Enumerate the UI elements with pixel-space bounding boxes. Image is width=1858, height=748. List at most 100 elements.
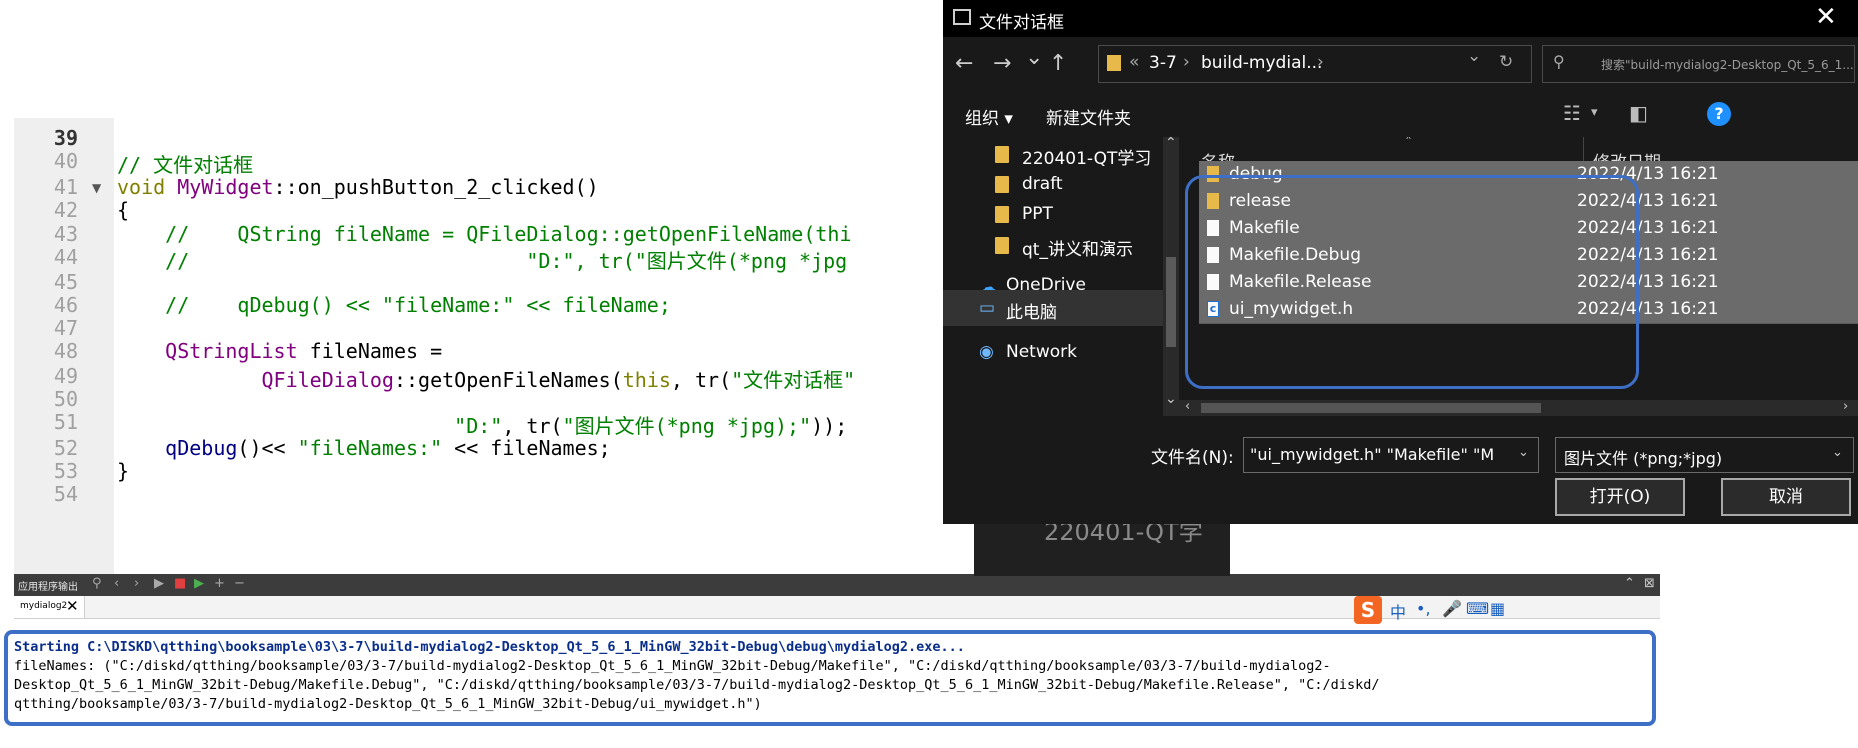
nav-item-label: PPT: [1022, 204, 1053, 224]
run-icon[interactable]: ▶: [154, 576, 164, 591]
view-options-caret-icon[interactable]: ▾: [1591, 105, 1598, 120]
fold-marker-icon[interactable]: ▼: [92, 181, 101, 195]
scrollbar-thumb[interactable]: [1201, 403, 1541, 413]
filename-value[interactable]: "ui_mywidget.h" "Makefile" "M: [1250, 445, 1508, 464]
command-bar: 组织 ▾ 新建文件夹 ☷ ▾ ◧ ?: [943, 91, 1858, 137]
ime-toolbar[interactable]: S 中 •, 🎤 ⌨ ▦: [1354, 596, 1514, 624]
breadcrumb-chevron-icon[interactable]: ›: [1317, 52, 1324, 72]
line-number: 48: [53, 339, 78, 363]
dialog-title-bar[interactable]: 文件对话框 ✕: [943, 0, 1858, 37]
code-line[interactable]: // qDebug() << "fileName:" << fileName;: [117, 293, 671, 317]
chevron-down-icon[interactable]: ⌄: [1832, 445, 1843, 460]
address-dropdown-icon[interactable]: ⌄: [1467, 46, 1481, 66]
code-line[interactable]: void MyWidget::on_pushButton_2_clicked(): [117, 175, 599, 199]
nav-item-label: 此电脑: [1006, 303, 1057, 323]
up-icon[interactable]: ↑: [1049, 51, 1067, 76]
filter-icon[interactable]: ⚲: [92, 576, 102, 591]
code-line[interactable]: // QString fileName = QFileDialog::getOp…: [117, 222, 851, 246]
toolbox-icon[interactable]: ▦: [1490, 599, 1505, 618]
refresh-icon[interactable]: ↻: [1499, 52, 1513, 72]
close-icon[interactable]: ✕: [1815, 2, 1837, 32]
prev-icon[interactable]: ‹: [114, 576, 119, 591]
stop-icon[interactable]: ■: [174, 576, 186, 591]
navigation-pane[interactable]: 220401-QT学习 draft PPT qt_讲义和演示 ☁ OneDriv…: [943, 137, 1179, 416]
chevron-down-icon[interactable]: ⌄: [1518, 445, 1529, 460]
address-overflow[interactable]: «: [1129, 52, 1139, 72]
nav-item-this-pc[interactable]: ▭ 此电脑: [943, 290, 1179, 326]
computer-icon: ▭: [979, 298, 996, 318]
nav-item-label: 220401-QT学习: [1022, 149, 1152, 169]
cancel-button[interactable]: 取消: [1721, 478, 1851, 516]
line-number-gutter: 39 40 41 ▼ 42 43 44 45 46 47 48 49 50 51 52 53 54: [14, 118, 114, 578]
code-line[interactable]: QFileDialog::getOpenFileNames(this, tr("…: [117, 364, 856, 393]
line-number: 47: [53, 316, 78, 340]
dialog-title: 文件对话框: [979, 13, 1064, 33]
scroll-left-icon[interactable]: ‹: [1185, 399, 1190, 414]
scroll-up-icon[interactable]: ⌃: [1165, 135, 1177, 151]
breadcrumb-item[interactable]: build-mydial...: [1201, 53, 1322, 73]
code-line[interactable]: // "D:", tr("图片文件(*png *jpg: [117, 245, 847, 274]
organize-button[interactable]: 组织 ▾: [965, 104, 1013, 129]
window-icon: [953, 9, 971, 25]
file-type-filter[interactable]: 图片文件 (*png;*jpg) ⌄: [1555, 437, 1854, 473]
zoom-in-icon[interactable]: +: [214, 576, 225, 591]
zoom-out-icon[interactable]: −: [234, 576, 245, 591]
line-number: 52: [53, 436, 78, 460]
next-icon[interactable]: ›: [134, 576, 139, 591]
address-bar[interactable]: « 3-7 › build-mydial... › ⌄ ↻: [1098, 45, 1532, 83]
code-line[interactable]: // 文件对话框: [117, 149, 253, 178]
folder-icon: [1107, 55, 1121, 71]
breadcrumb-item[interactable]: 3-7: [1149, 53, 1177, 73]
search-icon: ⚲: [1553, 52, 1565, 71]
preview-pane-icon[interactable]: ◧: [1629, 101, 1648, 125]
nav-item-qt-slides[interactable]: qt_讲义和演示: [943, 228, 1179, 264]
code-line[interactable]: QStringList fileNames =: [117, 339, 442, 363]
line-number: 46: [53, 293, 78, 317]
code-line[interactable]: }: [117, 459, 129, 483]
scroll-down-icon[interactable]: ⌄: [1165, 391, 1177, 407]
keyboard-icon[interactable]: ⌨: [1466, 599, 1489, 618]
scrollbar-thumb[interactable]: [1166, 257, 1176, 347]
maximize-pane-icon[interactable]: ⌃: [1624, 576, 1635, 591]
horizontal-scrollbar[interactable]: ‹ ›: [1179, 399, 1858, 416]
search-box[interactable]: ⚲ 搜索"build-mydialog2-Desktop_Qt_5_6_1...: [1542, 45, 1855, 83]
punctuation-icon[interactable]: •,: [1416, 599, 1431, 618]
help-icon[interactable]: ?: [1707, 102, 1731, 126]
input-mode-chinese[interactable]: 中: [1390, 599, 1406, 623]
nav-item-label: Network: [1006, 342, 1077, 362]
code-line[interactable]: "D:", tr("图片文件(*png *jpg);"));: [117, 410, 847, 439]
dialog-footer: 文件名(N): "ui_mywidget.h" "Makefile" "M ⌄ …: [943, 416, 1858, 524]
output-tab-mydialog2[interactable]: mydialog2 ✕: [14, 596, 85, 618]
output-pane-title: 应用程序输出: [18, 582, 78, 593]
nav-pane-scrollbar[interactable]: ⌃ ⌄: [1163, 135, 1179, 416]
code-line[interactable]: {: [117, 198, 129, 222]
scroll-right-icon[interactable]: ›: [1843, 399, 1848, 414]
line-number: 44: [53, 245, 78, 269]
new-folder-button[interactable]: 新建文件夹: [1046, 104, 1131, 129]
view-options-icon[interactable]: ☷: [1563, 101, 1581, 125]
open-button[interactable]: 打开(O): [1555, 478, 1685, 516]
selection-highlight-box: [1185, 175, 1639, 389]
line-number: 45: [53, 270, 78, 294]
debug-run-icon[interactable]: ▶: [194, 576, 204, 591]
sort-ascending-icon: ˄: [1405, 137, 1412, 151]
microphone-icon[interactable]: 🎤: [1442, 599, 1462, 618]
background-explorer-window: 220401-QT学: [974, 518, 1230, 576]
forward-icon[interactable]: →: [993, 51, 1011, 76]
folder-icon: [995, 176, 1009, 193]
line-number: 53: [53, 459, 78, 483]
filename-input[interactable]: "ui_mywidget.h" "Makefile" "M ⌄: [1243, 437, 1539, 473]
line-number: 40: [53, 149, 78, 173]
navigation-bar: ← → ⌄ ↑ « 3-7 › build-mydial... › ⌄ ↻ ⚲ …: [943, 37, 1858, 91]
back-icon[interactable]: ←: [955, 51, 973, 76]
close-pane-icon[interactable]: ⊠: [1644, 576, 1655, 591]
breadcrumb-chevron-icon[interactable]: ›: [1183, 52, 1190, 72]
nav-item-label: qt_讲义和演示: [1022, 240, 1133, 260]
close-icon[interactable]: ✕: [66, 597, 79, 615]
nav-item-network[interactable]: ◉ Network: [943, 335, 1179, 371]
sogou-logo-icon[interactable]: S: [1354, 596, 1382, 624]
recent-locations-icon[interactable]: ⌄: [1025, 45, 1043, 70]
search-placeholder: 搜索"build-mydialog2-Desktop_Qt_5_6_1...: [1601, 58, 1854, 72]
folder-icon: [995, 146, 1009, 163]
code-line[interactable]: qDebug()<< "fileNames:" << fileNames;: [117, 436, 611, 460]
